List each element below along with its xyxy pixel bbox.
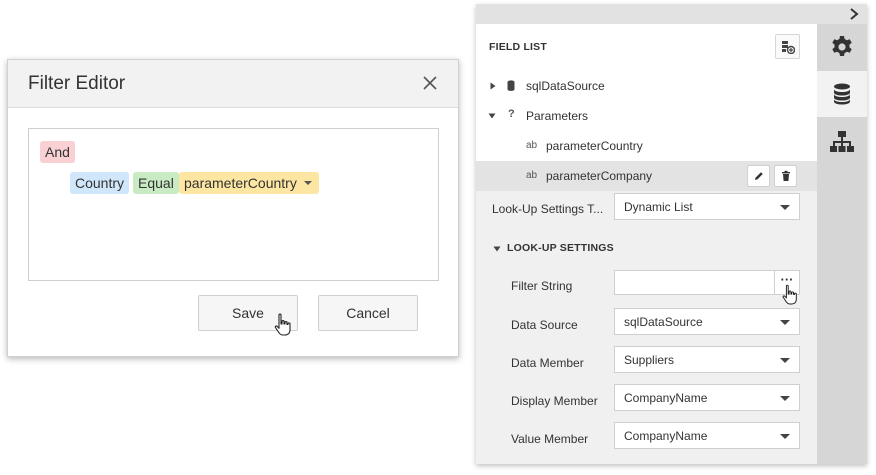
filter-expression-area: And Country Equal parameterCountry [28, 128, 439, 281]
panel-sidebar [817, 24, 867, 464]
string-type-icon: ab [526, 140, 538, 151]
lookup-settings-type-select[interactable]: Dynamic List [614, 193, 800, 220]
lookup-settings-type-value: Dynamic List [624, 200, 693, 214]
tree-node-parametercountry[interactable]: ab parameterCountry [476, 131, 817, 161]
pencil-icon [755, 172, 763, 180]
chevron-down-icon [780, 205, 790, 210]
data-member-label: Data Member [511, 356, 584, 370]
data-member-value: Suppliers [624, 353, 675, 367]
filter-editor-dialog: Filter Editor And Country Equal paramete… [7, 59, 459, 357]
hierarchy-icon [830, 131, 854, 152]
tree-node-label: sqlDataSource [526, 79, 605, 93]
tree-node-label: Parameters [526, 109, 589, 123]
edit-parameter-button[interactable] [747, 165, 770, 187]
cancel-button[interactable]: Cancel [318, 295, 418, 331]
parameter-properties: Look-Up Settings T... Dynamic List LOOK-… [476, 191, 817, 464]
chevron-down-icon [780, 358, 790, 363]
collapse-triangle-icon[interactable] [493, 245, 501, 253]
group-operator-chip[interactable]: And [40, 141, 75, 163]
value-member-label: Value Member [511, 432, 589, 446]
database-icon [507, 80, 515, 91]
display-member-select[interactable]: CompanyName [614, 384, 800, 411]
tab-report-explorer[interactable] [817, 119, 867, 165]
expand-triangle-icon[interactable] [489, 82, 497, 90]
save-button[interactable]: Save [198, 295, 298, 331]
chevron-down-icon [780, 396, 790, 401]
tree-node-sqldatasource[interactable]: sqlDataSource [476, 71, 817, 101]
collapse-triangle-icon[interactable] [488, 112, 496, 120]
condition-field-chip[interactable]: Country [70, 172, 130, 194]
data-source-select[interactable]: sqlDataSource [614, 308, 800, 335]
chevron-right-icon[interactable] [849, 8, 859, 20]
database-icon [834, 83, 850, 105]
chevron-down-icon [780, 320, 790, 325]
dialog-title: Filter Editor [28, 73, 126, 94]
value-member-value: CompanyName [624, 429, 708, 443]
tab-properties[interactable] [817, 24, 867, 70]
filter-string-label: Filter String [511, 279, 573, 293]
lookup-settings-type-label: Look-Up Settings T... [492, 202, 604, 216]
chevron-down-icon [780, 434, 790, 439]
chevron-down-icon [303, 181, 312, 185]
data-source-label: Data Source [511, 318, 578, 332]
gear-icon [832, 36, 852, 56]
trash-icon [782, 170, 790, 181]
data-source-value: sqlDataSource [624, 315, 703, 329]
question-icon: ? [508, 108, 515, 120]
tree-node-parameters[interactable]: ? Parameters [476, 101, 817, 131]
tree-node-label: parameterCountry [546, 139, 643, 153]
add-parameter-button[interactable] [775, 34, 800, 59]
condition-operator-chip[interactable]: Equal [133, 172, 179, 194]
data-member-select[interactable]: Suppliers [614, 346, 800, 373]
add-calculated-field-icon [782, 41, 795, 54]
display-member-label: Display Member [511, 394, 598, 408]
filter-string-edit-button[interactable]: ··· [774, 271, 799, 294]
close-icon[interactable] [420, 73, 440, 93]
field-list: FIELD LIST sqlDataSource ? Parameters ab… [476, 24, 817, 191]
field-list-title: FIELD LIST [489, 41, 547, 53]
string-type-icon: ab [526, 170, 538, 181]
value-member-select[interactable]: CompanyName [614, 422, 800, 449]
condition-value-label: parameterCountry [184, 175, 297, 191]
display-member-value: CompanyName [624, 391, 708, 405]
tree-node-label: parameterCompany [546, 169, 653, 183]
dialog-header: Filter Editor [8, 60, 458, 108]
filter-string-field[interactable]: ··· [614, 270, 800, 295]
condition-value-chip[interactable]: parameterCountry [179, 172, 319, 194]
report-designer-panel: FIELD LIST sqlDataSource ? Parameters ab… [476, 4, 867, 464]
tab-field-list[interactable] [817, 71, 867, 117]
panel-top-bar [476, 4, 867, 24]
tree-node-parametercompany[interactable]: ab parameterCompany [476, 161, 817, 191]
delete-parameter-button[interactable] [774, 165, 797, 187]
lookup-settings-section-title: LOOK-UP SETTINGS [507, 242, 614, 254]
